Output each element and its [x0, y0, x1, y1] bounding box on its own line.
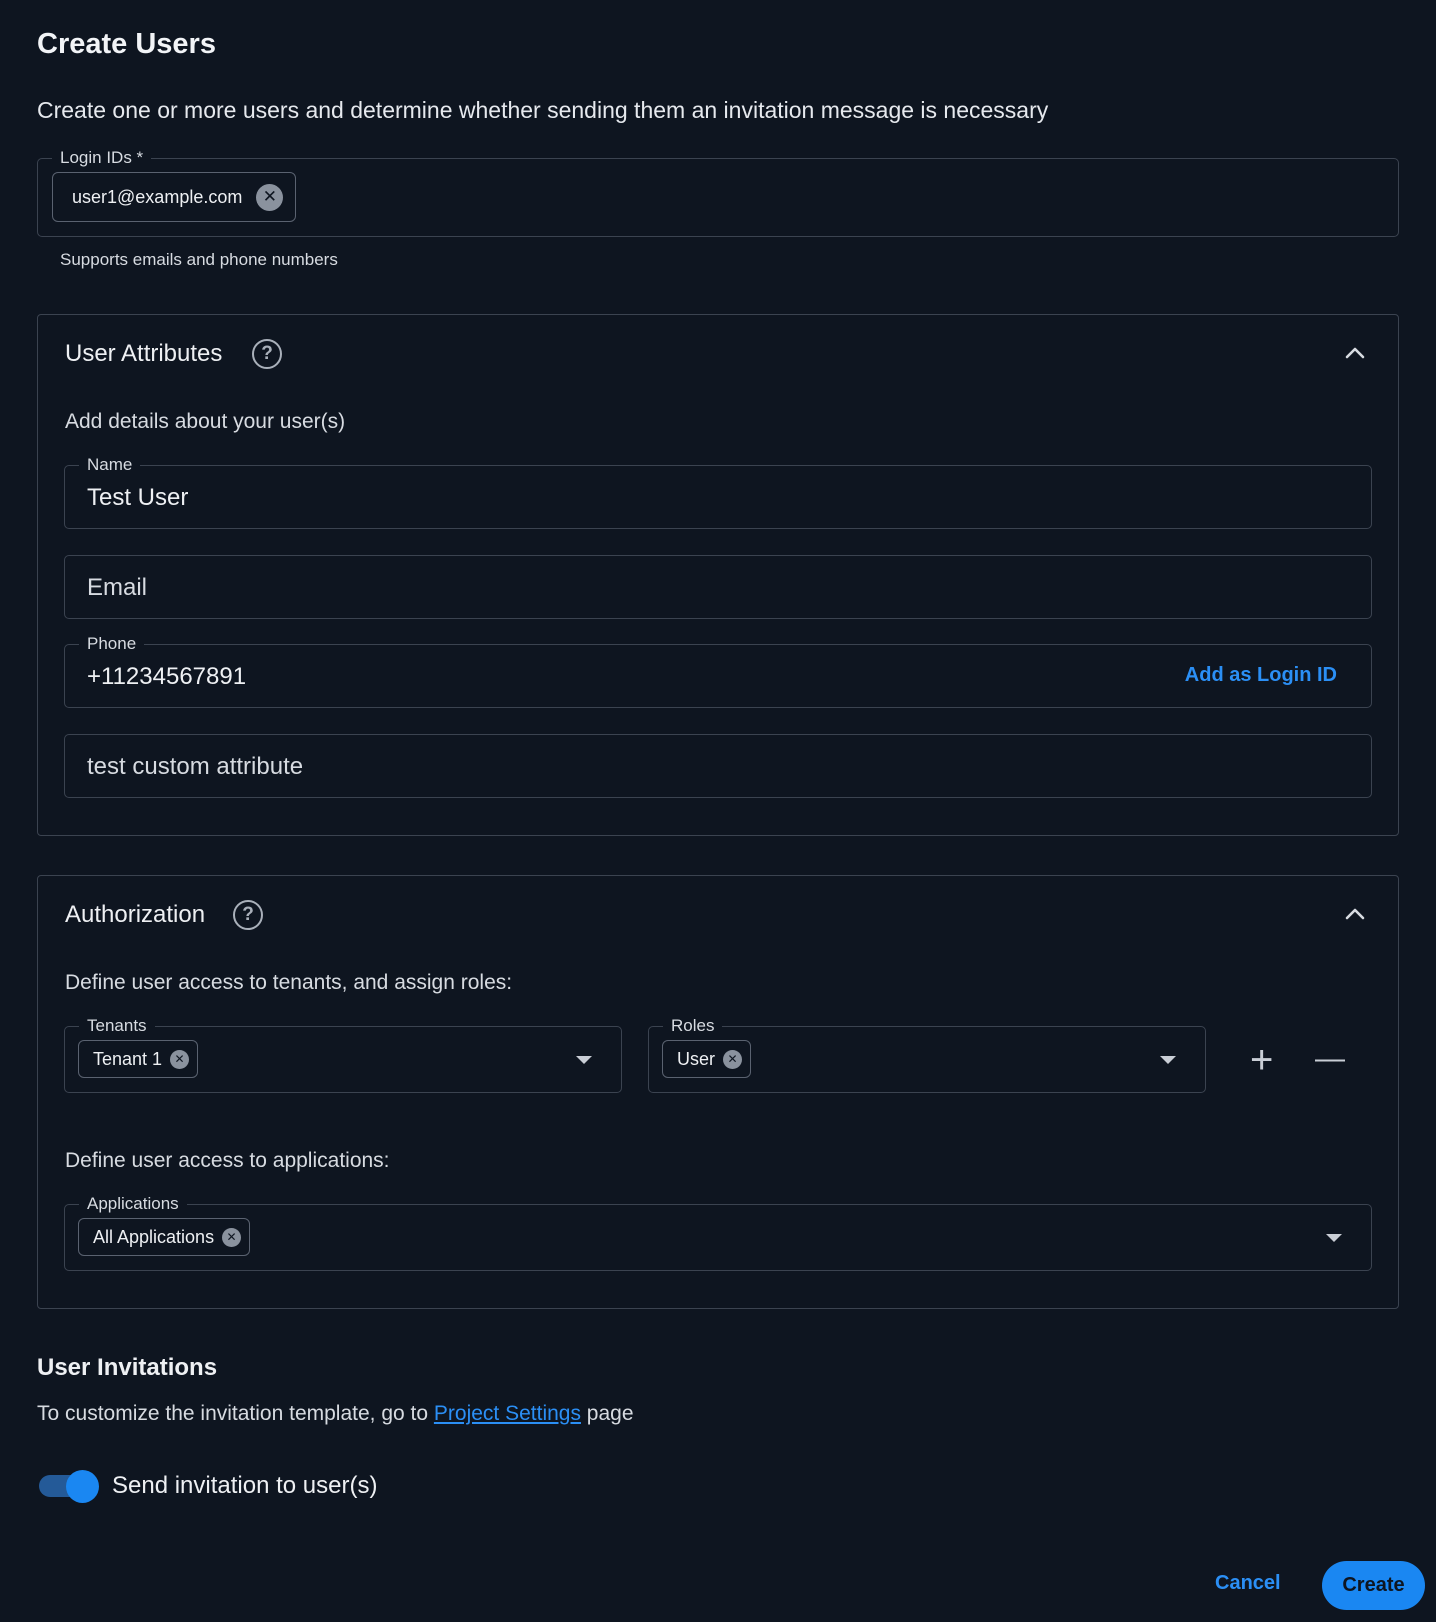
application-chip: All Applications ✕: [78, 1218, 251, 1256]
page-subtitle: Create one or more users and determine w…: [37, 97, 1049, 123]
phone-field[interactable]: Phone +11234567891 Add as Login ID: [64, 632, 1372, 708]
login-id-chip-label: user1@example.com: [72, 186, 243, 207]
user-attributes-section: User Attributes ? Add details about your…: [37, 314, 1399, 836]
authorization-title: Authorization: [65, 901, 206, 928]
login-ids-label: Login IDs *: [52, 146, 152, 170]
invitations-title: User Invitations: [37, 1354, 218, 1381]
user-attributes-title: User Attributes: [65, 340, 223, 367]
remove-chip-icon[interactable]: ✕: [256, 183, 284, 211]
tenants-label: Tenants: [79, 1014, 155, 1038]
custom-attribute-input[interactable]: test custom attribute: [87, 753, 303, 781]
applications-label: Applications: [79, 1192, 187, 1216]
custom-attribute-field[interactable]: test custom attribute: [64, 734, 1372, 798]
chevron-up-icon[interactable]: [1343, 341, 1367, 365]
roles-select[interactable]: Roles User ✕: [648, 1014, 1206, 1093]
help-icon[interactable]: ?: [252, 339, 282, 369]
role-chip-label: User: [677, 1048, 716, 1069]
authorization-section: Authorization ? Define user access to te…: [37, 875, 1399, 1309]
email-field[interactable]: Email: [64, 555, 1372, 619]
invitations-text: To customize the invitation template, go…: [37, 1402, 634, 1426]
phone-label: Phone: [79, 632, 145, 656]
tenants-select[interactable]: Tenants Tenant 1 ✕: [64, 1014, 622, 1093]
page-title: Create Users: [37, 28, 216, 60]
roles-label: Roles: [663, 1014, 723, 1038]
email-input[interactable]: Email: [87, 574, 147, 602]
login-ids-field[interactable]: Login IDs * user1@example.com ✕: [37, 146, 1399, 237]
toggle-thumb[interactable]: [66, 1470, 99, 1503]
tenants-description: Define user access to tenants, and assig…: [65, 971, 513, 994]
remove-chip-icon[interactable]: ✕: [222, 1227, 242, 1247]
chevron-up-icon[interactable]: [1343, 902, 1367, 926]
application-chip-label: All Applications: [93, 1226, 215, 1247]
applications-description: Define user access to applications:: [65, 1149, 390, 1172]
login-ids-helper: Supports emails and phone numbers: [60, 250, 338, 269]
tenant-chip-label: Tenant 1: [93, 1048, 163, 1069]
dropdown-caret-icon[interactable]: [1160, 1056, 1176, 1064]
name-label: Name: [79, 453, 141, 477]
help-icon[interactable]: ?: [233, 900, 263, 930]
user-attributes-description: Add details about your user(s): [65, 410, 346, 433]
name-input[interactable]: Test User: [87, 484, 188, 512]
cancel-button[interactable]: Cancel: [1215, 1572, 1281, 1595]
login-id-chip: user1@example.com ✕: [52, 172, 296, 222]
role-chip: User ✕: [662, 1040, 752, 1078]
add-as-login-id-link[interactable]: Add as Login ID: [1185, 664, 1337, 687]
dropdown-caret-icon[interactable]: [576, 1056, 592, 1064]
invitations-text-after: page: [580, 1402, 634, 1425]
remove-row-button[interactable]: —: [1315, 1042, 1345, 1076]
invitations-text-before: To customize the invitation template, go…: [37, 1402, 434, 1425]
create-button[interactable]: Create: [1322, 1561, 1425, 1610]
remove-chip-icon[interactable]: ✕: [723, 1049, 743, 1069]
applications-select[interactable]: Applications All Applications ✕: [64, 1192, 1372, 1271]
project-settings-link[interactable]: Project Settings: [434, 1402, 581, 1425]
name-field[interactable]: Name Test User: [64, 453, 1372, 529]
add-row-button[interactable]: +: [1250, 1038, 1273, 1083]
remove-chip-icon[interactable]: ✕: [170, 1049, 190, 1069]
phone-input[interactable]: +11234567891: [87, 663, 246, 691]
tenant-chip: Tenant 1 ✕: [78, 1040, 199, 1078]
dropdown-caret-icon[interactable]: [1326, 1234, 1342, 1242]
send-invitation-label: Send invitation to user(s): [112, 1472, 378, 1499]
